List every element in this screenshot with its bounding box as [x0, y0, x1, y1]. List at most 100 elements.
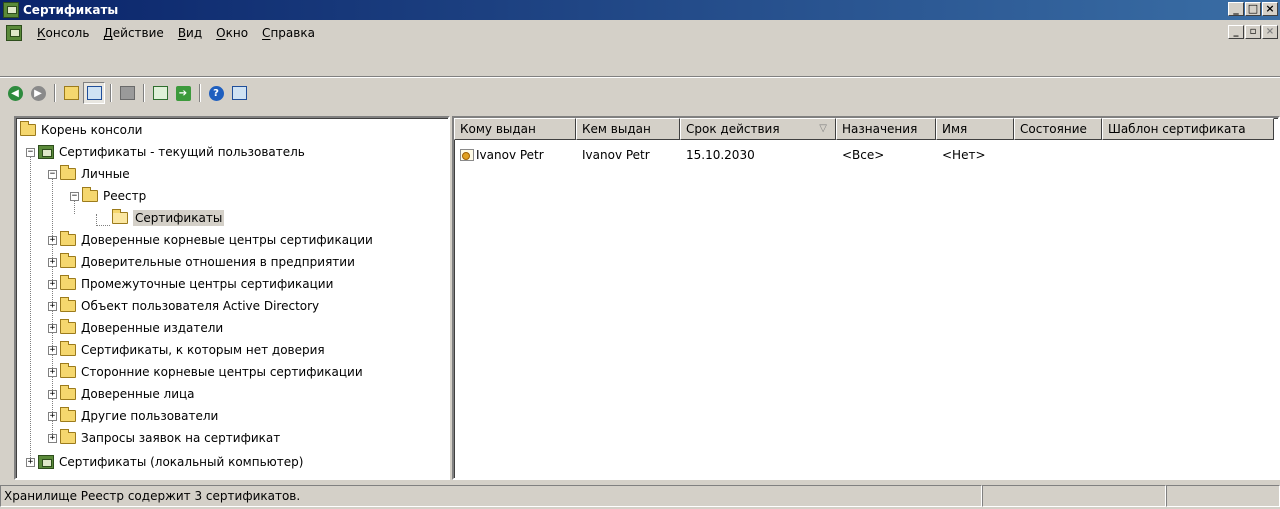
column-template[interactable]: Шаблон сертификата — [1102, 118, 1274, 140]
console-system-menu-icon[interactable] — [6, 25, 22, 41]
cell-expiration: 15.10.2030 — [686, 148, 755, 162]
cell-issued-by: Ivanov Petr — [582, 148, 650, 162]
cell-name: <Нет> — [942, 148, 986, 162]
tree-node-root[interactable]: Корень консоли — [20, 120, 142, 140]
delete-icon — [119, 86, 135, 100]
certificates-snapin-icon — [38, 145, 54, 159]
tree-line — [30, 148, 31, 464]
open-folder-icon — [112, 209, 128, 224]
forward-icon: ▶ — [30, 85, 46, 101]
tree-node-store[interactable]: + Сертификаты, к которым нет доверия — [48, 340, 325, 360]
expand-icon[interactable]: + — [48, 257, 57, 267]
collapse-icon[interactable]: − — [48, 169, 57, 179]
tree-node-local-computer[interactable]: + Сертификаты (локальный компьютер) — [26, 452, 303, 472]
folder-icon — [60, 363, 76, 378]
tree-node-store[interactable]: + Доверенные издатели — [48, 318, 223, 338]
folder-icon — [82, 187, 98, 202]
collapse-icon[interactable]: − — [70, 191, 79, 201]
folder-icon — [60, 275, 76, 290]
cell-purposes: <Все> — [842, 148, 885, 162]
tree-node-store[interactable]: + Другие пользователи — [48, 406, 218, 426]
status-panel — [1166, 485, 1280, 507]
tree-node-registry[interactable]: − Реестр — [70, 186, 146, 206]
child-restore-button[interactable]: ▫ — [1245, 25, 1261, 39]
menu-console[interactable]: Консоль — [30, 26, 96, 40]
refresh-button[interactable] — [149, 82, 171, 104]
tree-node-store[interactable]: + Запросы заявок на сертификат — [48, 428, 280, 448]
column-expiration[interactable]: Срок действия ▽ — [680, 118, 836, 140]
child-close-button[interactable]: × — [1262, 25, 1278, 39]
tree-node-store[interactable]: + Объект пользователя Active Directory — [48, 296, 319, 316]
properties-icon — [231, 86, 247, 100]
child-minimize-button[interactable]: _ — [1228, 25, 1244, 39]
folder-icon — [60, 319, 76, 334]
close-button[interactable]: × — [1262, 2, 1278, 16]
table-row[interactable]: Ivanov Petr Ivanov Petr 15.10.2030 <Все>… — [454, 145, 1274, 165]
help-button[interactable]: ? — [205, 82, 227, 104]
menu-window[interactable]: Окно — [209, 26, 255, 40]
child-window-controls: _ ▫ × — [1227, 25, 1278, 39]
column-issued-to[interactable]: Кому выдан — [454, 118, 576, 140]
status-panel — [982, 485, 1166, 507]
menu-bar: Консоль Действие Вид Окно Справка _ ▫ × — [0, 22, 1280, 44]
tree-node-certificates[interactable]: Сертификаты — [112, 208, 225, 228]
toolbar-divider — [110, 84, 112, 102]
toolbar-divider — [199, 84, 201, 102]
folder-icon — [60, 253, 76, 268]
expand-icon[interactable]: + — [48, 323, 57, 333]
window-title: Сертификаты — [23, 3, 119, 17]
show-hide-tree-button[interactable] — [83, 82, 105, 104]
export-list-button[interactable]: ➔ — [172, 82, 194, 104]
up-level-button[interactable] — [60, 82, 82, 104]
expand-icon[interactable]: + — [26, 457, 35, 467]
sort-descending-icon: ▽ — [819, 123, 827, 134]
menu-help[interactable]: Справка — [255, 26, 322, 40]
column-issued-by[interactable]: Кем выдан — [576, 118, 680, 140]
tree-node-store[interactable]: + Доверительные отношения в предприятии — [48, 252, 355, 272]
certificates-app-icon[interactable] — [3, 2, 19, 18]
folder-icon — [60, 297, 76, 312]
help-icon: ? — [208, 85, 224, 101]
refresh-icon — [152, 86, 168, 100]
delete-button[interactable] — [116, 82, 138, 104]
menu-view[interactable]: Вид — [171, 26, 209, 40]
expand-icon[interactable]: + — [48, 411, 57, 421]
tree-node-store[interactable]: + Сторонние корневые центры сертификации — [48, 362, 363, 382]
status-bar: Хранилище Реестр содержит 3 сертификатов… — [0, 485, 1280, 509]
certificate-list[interactable]: Кому выдан Кем выдан Срок действия ▽ Назн… — [452, 116, 1280, 480]
tree-node-store[interactable]: + Промежуточные центры сертификации — [48, 274, 333, 294]
tree-node-store[interactable]: + Доверенные корневые центры сертификаци… — [48, 230, 373, 250]
tree-node-personal[interactable]: − Личные — [48, 164, 130, 184]
expand-icon[interactable]: + — [48, 345, 57, 355]
menu-action[interactable]: Действие — [96, 26, 170, 40]
expand-icon[interactable]: + — [48, 279, 57, 289]
tree-line — [96, 225, 110, 226]
list-header: Кому выдан Кем выдан Срок действия ▽ Назн… — [454, 118, 1274, 140]
tree-node-current-user[interactable]: − Сертификаты - текущий пользователь — [26, 142, 305, 162]
column-name[interactable]: Имя — [936, 118, 1014, 140]
column-status[interactable]: Состояние — [1014, 118, 1102, 140]
status-text: Хранилище Реестр содержит 3 сертификатов… — [0, 485, 982, 507]
certificate-icon — [460, 149, 474, 161]
column-purposes[interactable]: Назначения — [836, 118, 936, 140]
window-controls: _ □ × — [1227, 2, 1278, 16]
folder-icon — [20, 121, 36, 136]
expand-icon[interactable]: + — [48, 367, 57, 377]
expand-icon[interactable]: + — [48, 433, 57, 443]
expand-icon[interactable]: + — [48, 235, 57, 245]
back-button[interactable]: ◀ — [4, 82, 26, 104]
toolbar-separator — [0, 76, 1280, 78]
folder-icon — [60, 385, 76, 400]
console-tree[interactable]: Корень консоли − Сертификаты - текущий п… — [14, 116, 450, 480]
title-bar[interactable]: Сертификаты _ □ × — [0, 0, 1280, 20]
export-list-icon: ➔ — [175, 85, 191, 101]
tree-node-store[interactable]: + Доверенные лица — [48, 384, 195, 404]
properties-button[interactable] — [228, 82, 250, 104]
forward-button[interactable]: ▶ — [27, 82, 49, 104]
maximize-button[interactable]: □ — [1245, 2, 1261, 16]
expand-icon[interactable]: + — [48, 301, 57, 311]
minimize-button[interactable]: _ — [1228, 2, 1244, 16]
folder-icon — [60, 165, 76, 180]
collapse-icon[interactable]: − — [26, 147, 35, 157]
expand-icon[interactable]: + — [48, 389, 57, 399]
